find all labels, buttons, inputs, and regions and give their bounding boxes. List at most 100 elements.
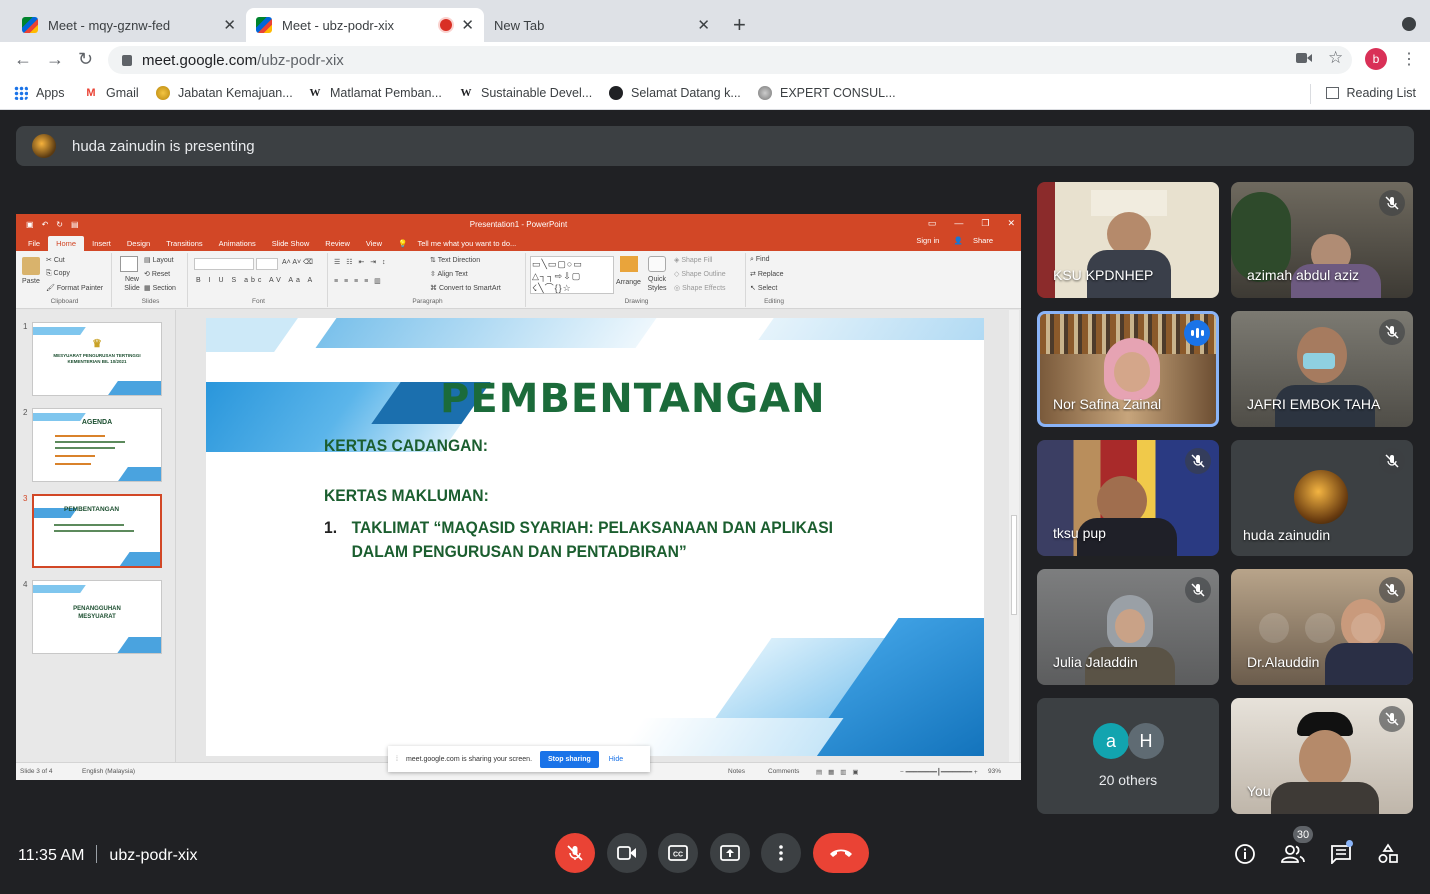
bookmark-matlamat[interactable]: W Matlamat Pemban...	[308, 86, 442, 100]
tell-me-text: Tell me what you want to do...	[417, 239, 517, 248]
new-tab-plus-icon[interactable]: +	[733, 12, 746, 38]
participant-tile[interactable]: JAFRI EMBOK TAHA	[1231, 311, 1413, 427]
reading-list-button[interactable]: Reading List	[1325, 86, 1416, 100]
slide-canvas: PEMBENTANGAN KERTAS CADANGAN: KERTAS MAK…	[206, 318, 984, 756]
participant-tile-speaking[interactable]: Nor Safina Zainal	[1037, 311, 1219, 427]
self-view-tile[interactable]: You	[1231, 698, 1413, 814]
reload-icon[interactable]: ↻	[78, 49, 93, 70]
mic-off-icon	[1185, 448, 1211, 474]
pin-icon[interactable]	[1259, 613, 1289, 643]
ribbon-paragraph: ☰ ☷ ⇤ ⇥ ↕ ≡ ≡ ≡ ≡ ▥ ⇅ Text Direction ⇳ A…	[330, 253, 526, 307]
leave-call-button[interactable]	[813, 833, 869, 873]
camera-toggle-button[interactable]	[607, 833, 647, 873]
participant-tile[interactable]: Julia Jaladdin	[1037, 569, 1219, 685]
captions-button[interactable]: CC	[658, 833, 698, 873]
back-arrow-icon[interactable]: ←	[14, 49, 32, 70]
thumb-number: 2	[23, 408, 28, 417]
ppt-tab-slideshow: Slide Show	[271, 239, 310, 248]
tab-title: Meet - ubz-podr-xix	[282, 17, 394, 33]
presenter-avatar	[32, 134, 56, 158]
bookmark-apps[interactable]: Apps	[14, 86, 65, 100]
select-label: Select	[757, 285, 778, 292]
browser-menu-icon[interactable]: ⋮	[1401, 49, 1417, 69]
shape-outline-label: Shape Outline	[681, 271, 726, 278]
sign-in-text: Sign in	[916, 236, 940, 245]
remove-participant-icon[interactable]	[1351, 613, 1381, 643]
select-button: ↖ Select	[750, 285, 778, 292]
reset-button: ⟲ Reset	[144, 271, 171, 278]
font-size-box	[256, 258, 278, 270]
participant-name: Julia Jaladdin	[1053, 654, 1138, 670]
slide-heading-cadangan: KERTAS CADANGAN:	[324, 436, 488, 455]
thumb-text: MESYUARAT PENGURUSAN TERTINGGI KEMENTERI…	[53, 353, 141, 364]
align-icons: ≡ ≡ ≡ ≡ ▥	[334, 278, 383, 285]
close-tab-icon[interactable]: ✕	[461, 16, 474, 34]
video-person	[1299, 730, 1351, 788]
more-options-button[interactable]	[761, 833, 801, 873]
bookmark-star-icon[interactable]: ☆	[1328, 48, 1343, 68]
people-button[interactable]	[1281, 842, 1305, 866]
font-size-icons: A˄ A˅ ⌫	[282, 259, 313, 266]
bookmark-selamat[interactable]: Selamat Datang k...	[609, 86, 741, 100]
bookmark-gmail[interactable]: M Gmail	[84, 86, 139, 100]
thumb-stripe	[33, 327, 86, 335]
bookmark-expert[interactable]: EXPERT CONSUL...	[758, 86, 896, 100]
tab-meet-mqy[interactable]: Meet - mqy-gznw-fed ✕	[12, 8, 246, 42]
forward-arrow-icon[interactable]: →	[46, 49, 64, 70]
participant-avatar	[1294, 470, 1348, 524]
quick-styles-label: Quick Styles	[647, 276, 667, 292]
tab-meet-ubz[interactable]: Meet - ubz-podr-xix ✕	[246, 8, 484, 42]
bookmarks-separator	[1310, 84, 1311, 104]
mic-off-icon	[1379, 190, 1405, 216]
video-person-body	[1271, 782, 1379, 814]
meeting-info-button[interactable]	[1233, 842, 1257, 866]
tell-me-box: 💡 Tell me what you want to do...	[390, 239, 532, 251]
bookmark-sustainable[interactable]: W Sustainable Devel...	[459, 86, 593, 100]
participant-name: tksu pup	[1053, 525, 1106, 541]
copy-label: Copy	[53, 270, 70, 277]
ppt-tab-view: View	[365, 239, 382, 248]
meet-favicon-icon	[256, 17, 272, 33]
thumb-stripe	[33, 585, 86, 593]
drawing-group-label: Drawing	[624, 298, 649, 305]
ppt-tab-animations: Animations	[218, 239, 256, 248]
slide-list-item: 1. TAKLIMAT “MAQASID SYARIAH: PELAKSANAAN…	[324, 516, 833, 564]
participant-avatar: a	[1093, 723, 1129, 759]
close-tab-icon[interactable]: ✕	[223, 16, 236, 34]
redo-icon: ↻	[56, 220, 63, 229]
microphone-toggle-button[interactable]	[555, 833, 595, 873]
address-bar[interactable]: meet.google.com/ubz-podr-xix ☆	[108, 46, 1352, 74]
recording-icon	[440, 19, 452, 31]
ppt-ribbon: Paste ✂ Cut ⎘ Copy 🖌 Format Painter Clip…	[16, 251, 1021, 309]
tab-new-tab[interactable]: New Tab ✕	[484, 8, 720, 42]
clipboard-group-label: Clipboard	[50, 298, 79, 305]
participant-tile[interactable]: azimah abdul aziz	[1231, 182, 1413, 298]
thumb-stripe	[108, 381, 161, 395]
tab-search-icon[interactable]	[1402, 17, 1416, 31]
participant-tile[interactable]: KSU KPDNHEP	[1037, 182, 1219, 298]
notes-status: Notes	[728, 768, 745, 775]
shapes-gallery: ▭╲▭▢○▭ △┐┐⇨⇩▢ ☇╲⌒{}☆	[530, 256, 614, 294]
activities-button[interactable]	[1376, 842, 1400, 866]
thumb-line	[55, 463, 91, 465]
lock-icon	[122, 54, 132, 66]
participant-tile[interactable]: Dr.Alauddin	[1231, 569, 1413, 685]
drag-handle-icon: ⁞	[396, 755, 398, 763]
participant-tile[interactable]: huda zainudin	[1231, 440, 1413, 556]
thumb-line	[54, 530, 134, 532]
slide-thumbnail-3: PEMBENTANGAN	[32, 494, 162, 568]
slide-item-number: 1.	[324, 518, 338, 537]
others-tile[interactable]: a H 20 others	[1037, 698, 1219, 814]
close-tab-icon[interactable]: ✕	[697, 16, 710, 34]
bookmark-label: Selamat Datang k...	[631, 86, 741, 100]
bookmark-jabatan[interactable]: Jabatan Kemajuan...	[156, 86, 293, 100]
meeting-code: ubz-podr-xix	[109, 847, 198, 864]
present-now-button[interactable]	[710, 833, 750, 873]
mute-participant-icon[interactable]	[1305, 613, 1335, 643]
participant-tile[interactable]: tksu pup	[1037, 440, 1219, 556]
bookmark-label: Gmail	[106, 86, 139, 100]
ribbon-clipboard: Paste ✂ Cut ⎘ Copy 🖌 Format Painter Clip…	[18, 253, 112, 307]
new-slide-label: New Slide	[124, 276, 140, 292]
profile-avatar[interactable]: b	[1365, 48, 1387, 70]
camera-in-use-icon[interactable]	[1296, 51, 1312, 69]
